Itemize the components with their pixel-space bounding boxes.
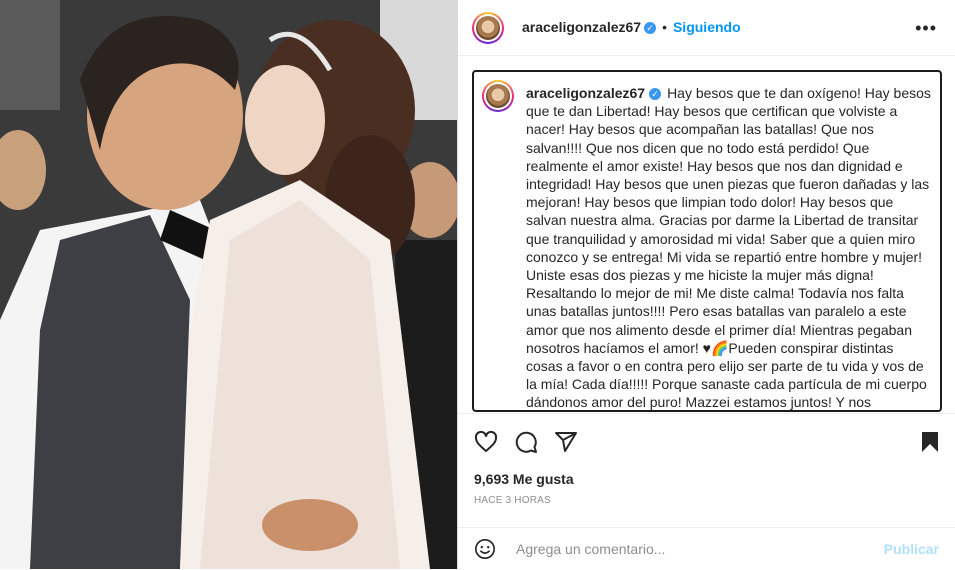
caption-username[interactable]: araceligonzalez67 — [526, 85, 645, 101]
separator-dot: • — [662, 19, 667, 35]
emoji-icon[interactable] — [474, 538, 496, 560]
heart-icon[interactable] — [474, 430, 498, 454]
caption-area: araceligonzalez67 ✓ Hay besos que te dan o… — [472, 70, 942, 412]
bookmark-icon[interactable] — [918, 430, 942, 454]
post-details-panel: araceligonzalez67 ✓ • Siguiendo ••• araceli… — [457, 0, 955, 569]
header-user-row: araceligonzalez67 ✓ • Siguiendo — [522, 19, 741, 35]
more-options-icon[interactable]: ••• — [915, 18, 937, 39]
post-timestamp[interactable]: HACE 3 HORAS — [474, 495, 551, 506]
comment-icon[interactable] — [514, 430, 538, 454]
publish-button[interactable]: Publicar — [884, 541, 939, 557]
caption-body: Hay besos que te dan oxígeno! Hay besos … — [526, 85, 931, 411]
caption-author-avatar[interactable] — [482, 80, 514, 112]
following-button[interactable]: Siguiendo — [673, 19, 741, 35]
post-header: araceligonzalez67 ✓ • Siguiendo ••• — [458, 0, 955, 56]
avatar-image — [486, 84, 510, 108]
wedding-kiss-photo — [0, 0, 457, 569]
comment-bar: Publicar — [458, 527, 955, 570]
avatar-image — [476, 16, 500, 40]
likes-count[interactable]: 9,693 Me gusta — [474, 471, 574, 487]
action-bar — [458, 413, 955, 469]
author-username[interactable]: araceligonzalez67 — [522, 19, 641, 35]
author-avatar[interactable] — [472, 12, 504, 44]
caption-text: araceligonzalez67 ✓ Hay besos que te dan o… — [526, 84, 932, 411]
comment-input[interactable] — [514, 540, 878, 558]
verified-badge-icon: ✓ — [644, 22, 657, 35]
post-photo[interactable] — [0, 0, 457, 569]
share-icon[interactable] — [554, 430, 578, 454]
verified-badge-icon: ✓ — [649, 88, 662, 101]
